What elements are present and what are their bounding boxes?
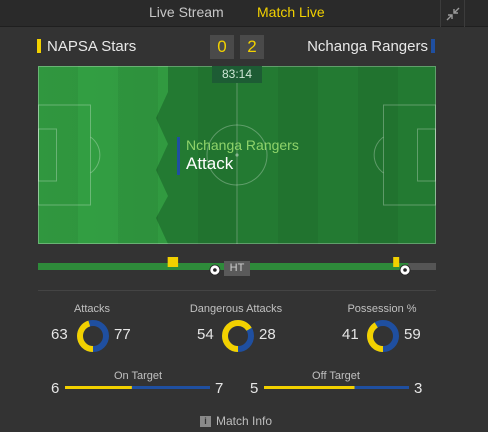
match-info-link[interactable]: i Match Info [200,414,272,428]
bar-away-segment [131,386,210,389]
away-team-color [431,39,435,53]
bar-home-segment [65,386,132,389]
tab-live-stream[interactable]: Live Stream [149,0,224,27]
off-target-home: 5 [250,380,259,397]
dangerous-attacks-away: 28 [259,326,276,343]
home-team-name: NAPSA Stars [47,38,137,55]
dangerous-attacks-donut [222,320,254,352]
attacks-donut [77,320,109,352]
on-target-label: On Target [113,370,163,382]
possession-donut [367,320,399,352]
match-clock: 83:14 [212,66,262,83]
attacks-home: 63 [51,326,68,343]
tab-bar: Live Stream Match Live [0,0,488,27]
off-target-label: Off Target [312,370,360,382]
on-target-home: 6 [51,380,60,397]
yellow-card-icon [172,257,179,267]
tab-match-live[interactable]: Match Live [257,0,325,27]
away-team-name: Nchanga Rangers [307,38,428,55]
possession-away: 59 [404,326,421,343]
away-score: 2 [240,35,264,59]
attack-team-name: Nchanga Rangers [186,137,299,153]
attacks-away: 77 [114,326,131,343]
attacks-label: Attacks [73,303,111,315]
bar-home-segment [264,386,355,389]
possession-label: Possession % [347,303,417,315]
divider [38,290,436,291]
collapse-arrows-icon [446,7,459,20]
match-info-label: Match Info [216,414,273,428]
off-target-bar [264,386,409,389]
pitch [38,66,436,244]
collapse-button[interactable] [440,0,464,27]
tab-bar-spacer [464,0,488,27]
possession-home: 41 [342,326,359,343]
on-target-bar [65,386,210,389]
info-icon: i [200,415,211,427]
attack-team-color [177,137,180,175]
home-team-color [37,39,41,53]
attack-event-label: Attack [186,154,234,173]
home-score: 0 [210,35,234,59]
on-target-away: 7 [215,380,224,397]
off-target-away: 3 [414,380,423,397]
football-icon [209,264,221,276]
bar-away-segment [354,386,409,389]
dangerous-attacks-label: Dangerous Attacks [189,303,283,315]
dangerous-attacks-home: 54 [197,326,214,343]
half-time-marker: HT [224,261,250,276]
football-icon [399,264,411,276]
yellow-card-icon [393,257,400,267]
